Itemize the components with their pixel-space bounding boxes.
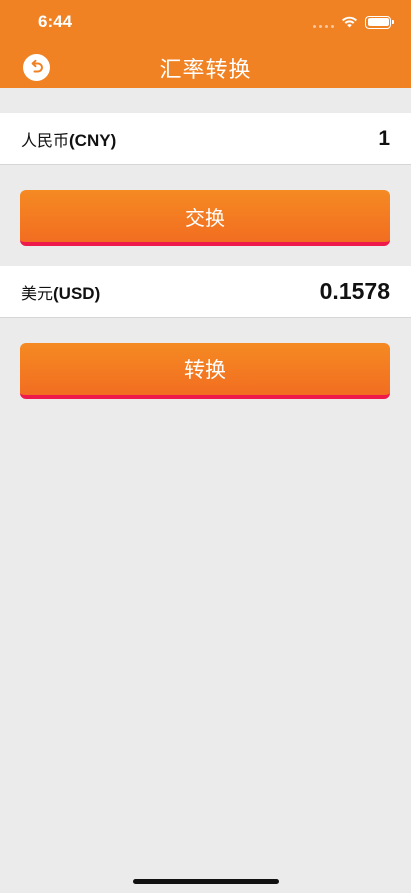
to-amount-value: 0.1578 — [319, 278, 390, 304]
from-currency-row: 人民币(CNY) — [0, 113, 411, 165]
wifi-icon — [341, 16, 358, 28]
from-currency-name: 人民币 — [21, 130, 70, 150]
to-currency-name: 美元 — [21, 283, 54, 303]
to-currency-code: (USD) — [53, 283, 101, 303]
status-bar: 6:44 — [0, 0, 411, 44]
status-icons — [313, 14, 394, 30]
from-currency-label[interactable]: 人民币(CNY) — [21, 127, 116, 151]
signal-icon — [313, 16, 334, 28]
home-indicator[interactable] — [133, 879, 279, 884]
nav-bar: 汇率转换 — [0, 44, 411, 88]
from-currency-code: (CNY) — [69, 130, 117, 150]
page-title: 汇率转换 — [159, 58, 252, 83]
to-currency-row: 美元(USD) 0.1578 — [0, 266, 411, 318]
swap-button-label: 交换 — [185, 205, 225, 230]
convert-button[interactable]: 转换 — [20, 343, 390, 399]
convert-button-label: 转换 — [184, 358, 226, 382]
to-currency-label[interactable]: 美元(USD) — [21, 280, 100, 304]
app-header: 6:44 汇率转换 — [0, 0, 411, 88]
from-amount-input[interactable] — [190, 126, 390, 151]
battery-icon — [365, 15, 394, 29]
swap-button[interactable]: 交换 — [20, 190, 390, 246]
status-time: 6:44 — [38, 12, 73, 31]
